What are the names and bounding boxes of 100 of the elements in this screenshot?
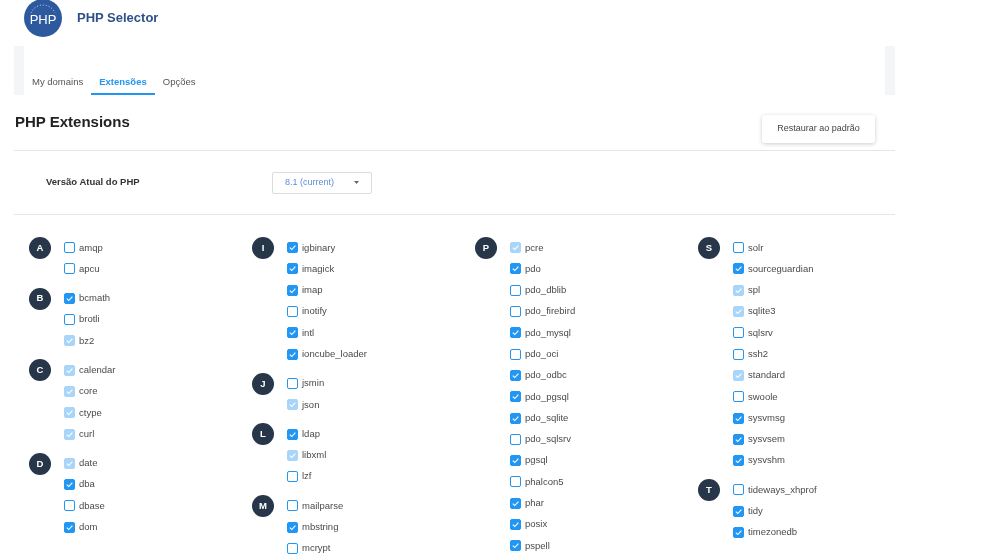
letter-badge: A [29,237,51,259]
extension-label: pdo_dblib [525,283,567,298]
checkbox[interactable] [287,348,298,360]
checkbox[interactable] [510,348,521,360]
extension-label: standard [748,368,785,383]
extension-label: sourceguardian [748,261,814,276]
extension-label: libxml [302,448,327,463]
extension-label: timezonedb [748,525,798,540]
letter-badge: L [252,423,274,446]
checkbox[interactable] [510,412,521,424]
extension-label: sysvmsg [748,410,785,425]
checkbox[interactable] [287,327,298,339]
extension-label: date [79,456,98,471]
extension-label: brotli [79,312,100,327]
checkbox[interactable] [64,314,75,326]
extension-label: tidy [748,504,763,519]
extension-label: pspell [525,538,550,553]
checkbox[interactable] [287,263,298,275]
extension-label: inotify [302,304,327,319]
checkbox[interactable] [733,263,744,275]
checkbox[interactable] [510,306,521,318]
app-title: PHP Selector [77,9,159,28]
tab[interactable]: My domains [24,71,92,95]
extension-label: amqp [79,240,103,255]
extension-label: mbstring [302,520,339,535]
checkbox[interactable] [510,284,521,296]
checkbox[interactable] [510,519,521,530]
checkbox[interactable] [287,543,298,554]
extension-label: sqlite3 [748,304,776,319]
extension-label: dba [79,477,95,492]
extension-label: swoole [748,389,778,404]
letter-badge: B [29,287,51,310]
checkbox[interactable] [510,369,521,381]
letter-badge: C [29,359,51,382]
extension-label: json [302,397,320,412]
checkbox[interactable] [287,500,298,512]
checkbox[interactable] [733,348,744,360]
checkbox[interactable] [287,521,298,533]
checkbox[interactable] [733,505,744,517]
checkbox[interactable] [287,242,298,254]
checkbox[interactable] [733,412,744,424]
checkbox[interactable] [64,479,75,491]
letter-badge: S [698,237,720,259]
checkbox[interactable] [64,242,75,254]
letter-badge: M [252,495,274,518]
extension-label: spl [748,283,761,298]
checkbox[interactable] [287,428,298,440]
extension-label: sysvshm [748,453,785,468]
version-label: Versão Atual do PHP [46,175,141,190]
extension-label: tideways_xhprof [748,482,817,497]
checkbox[interactable] [64,521,75,533]
extension-label: pdo_oci [525,347,559,361]
checkbox[interactable] [733,527,744,538]
checkbox[interactable] [64,292,75,304]
extension-label: dbase [79,498,105,513]
checkbox[interactable] [510,263,521,275]
checkbox[interactable] [64,263,75,275]
extension-label: phalcon5 [525,474,564,489]
checkbox[interactable] [510,455,521,467]
extension-label: pdo_mysql [525,325,571,340]
extension-label: ioncube_loader [302,347,367,361]
extension-label: pgsql [525,453,548,468]
section-title: PHP Extensions [14,111,130,132]
extension-label: mailparse [302,498,344,513]
checkbox[interactable] [733,327,744,339]
checkbox[interactable] [287,471,298,483]
extension-label: intl [302,325,315,340]
extension-label: calendar [79,363,116,377]
extension-label: imagick [302,261,335,276]
checkbox[interactable] [510,391,521,403]
letter-badge: T [698,479,720,502]
restore-button[interactable]: Restaurar ao padrão [762,115,875,143]
checkbox[interactable] [733,455,744,467]
tab[interactable]: Opções [154,71,204,95]
checkbox[interactable] [287,306,298,318]
letter-badge: I [252,237,274,259]
extension-label: ldap [302,426,320,441]
checkbox[interactable] [733,242,744,254]
checkbox[interactable] [510,540,521,552]
checkbox[interactable] [510,327,521,339]
checkbox[interactable] [733,484,744,496]
checkbox[interactable] [510,476,521,488]
checkbox[interactable] [510,433,521,445]
extension-label: igbinary [302,240,336,255]
letter-badge: P [475,237,497,259]
extension-label: pcre [525,240,544,255]
caret-icon [354,181,359,184]
checkbox[interactable] [287,377,298,389]
extension-label: ctype [79,405,102,420]
checkbox[interactable] [510,497,521,509]
letter-badge: D [29,452,51,475]
extension-label: pdo_firebird [525,304,576,319]
checkbox[interactable] [733,433,744,445]
checkbox[interactable] [287,284,298,296]
extension-label: core [79,384,98,399]
checkbox[interactable] [64,500,75,512]
extension-label: sqlsrv [748,325,773,340]
checkbox[interactable] [733,391,744,403]
version-select[interactable]: 8.1 (current) [272,171,372,194]
extension-label: curl [79,426,95,441]
